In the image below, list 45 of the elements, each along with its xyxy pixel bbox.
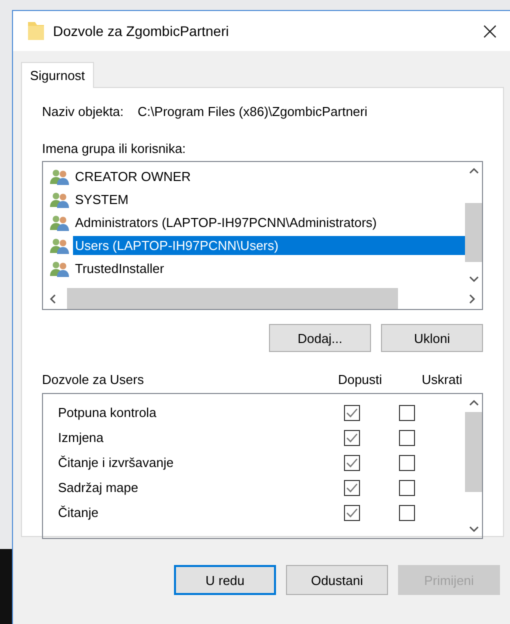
list-item[interactable]: Administrators (LAPTOP-IH97PCNN\Administrators) [73, 213, 379, 232]
permission-name: Čitanje [58, 505, 100, 520]
scroll-up-icon[interactable] [468, 167, 478, 175]
scroll-left-icon[interactable] [49, 294, 57, 304]
allow-checkbox[interactable] [344, 404, 360, 420]
scroll-down-icon[interactable] [468, 525, 478, 533]
allow-checkbox[interactable] [344, 480, 360, 496]
folder-icon [27, 21, 45, 41]
scroll-right-icon[interactable] [468, 294, 476, 304]
deny-checkbox[interactable] [399, 504, 415, 520]
permission-name: Čitanje i izvršavanje [58, 455, 175, 470]
permission-name: Potpuna kontrola [58, 405, 158, 420]
window-title: Dozvole za ZgombicPartneri [53, 23, 230, 39]
scroll-up-icon[interactable] [468, 399, 478, 407]
deny-checkbox[interactable] [399, 430, 415, 446]
column-header: Dopusti [336, 372, 384, 387]
list-item[interactable]: Users (LAPTOP-IH97PCNN\Users) [73, 236, 465, 255]
object-path: C:\Program Files (x86)\ZgombicPartneri [138, 104, 368, 119]
allow-checkbox[interactable] [344, 454, 360, 470]
users-icon [49, 238, 71, 254]
users-icon [49, 260, 71, 276]
deny-checkbox[interactable] [399, 480, 415, 496]
permissions-label: Dozvole za Users [42, 372, 145, 387]
dialog-button[interactable]: U redu [174, 565, 276, 595]
scroll-down-icon[interactable] [468, 275, 478, 283]
deny-checkbox[interactable] [399, 454, 415, 470]
dialog-button[interactable]: Dodaj... [269, 324, 371, 352]
deny-checkbox[interactable] [399, 404, 415, 420]
list-item[interactable]: CREATOR OWNER [73, 167, 193, 186]
object-name-label: Naziv objekta: [42, 104, 124, 119]
dialog-button[interactable]: Ukloni [381, 324, 483, 352]
allow-checkbox[interactable] [344, 504, 360, 520]
column-header: Uskrati [420, 372, 464, 387]
users-icon [49, 192, 71, 208]
groups-label: Imena grupa ili korisnika: [42, 141, 187, 156]
tab[interactable]: Sigurnost [21, 62, 94, 88]
permission-name: Izmjena [58, 430, 105, 445]
permission-name: Sadržaj mape [58, 480, 140, 495]
users-icon [49, 214, 71, 230]
list-item[interactable]: SYSTEM [73, 190, 130, 209]
allow-checkbox[interactable] [344, 430, 360, 446]
dialog-button[interactable]: Odustani [286, 565, 388, 595]
list-item[interactable]: TrustedInstaller [73, 259, 166, 278]
close-button[interactable]: × [470, 17, 510, 45]
users-icon [49, 168, 71, 184]
